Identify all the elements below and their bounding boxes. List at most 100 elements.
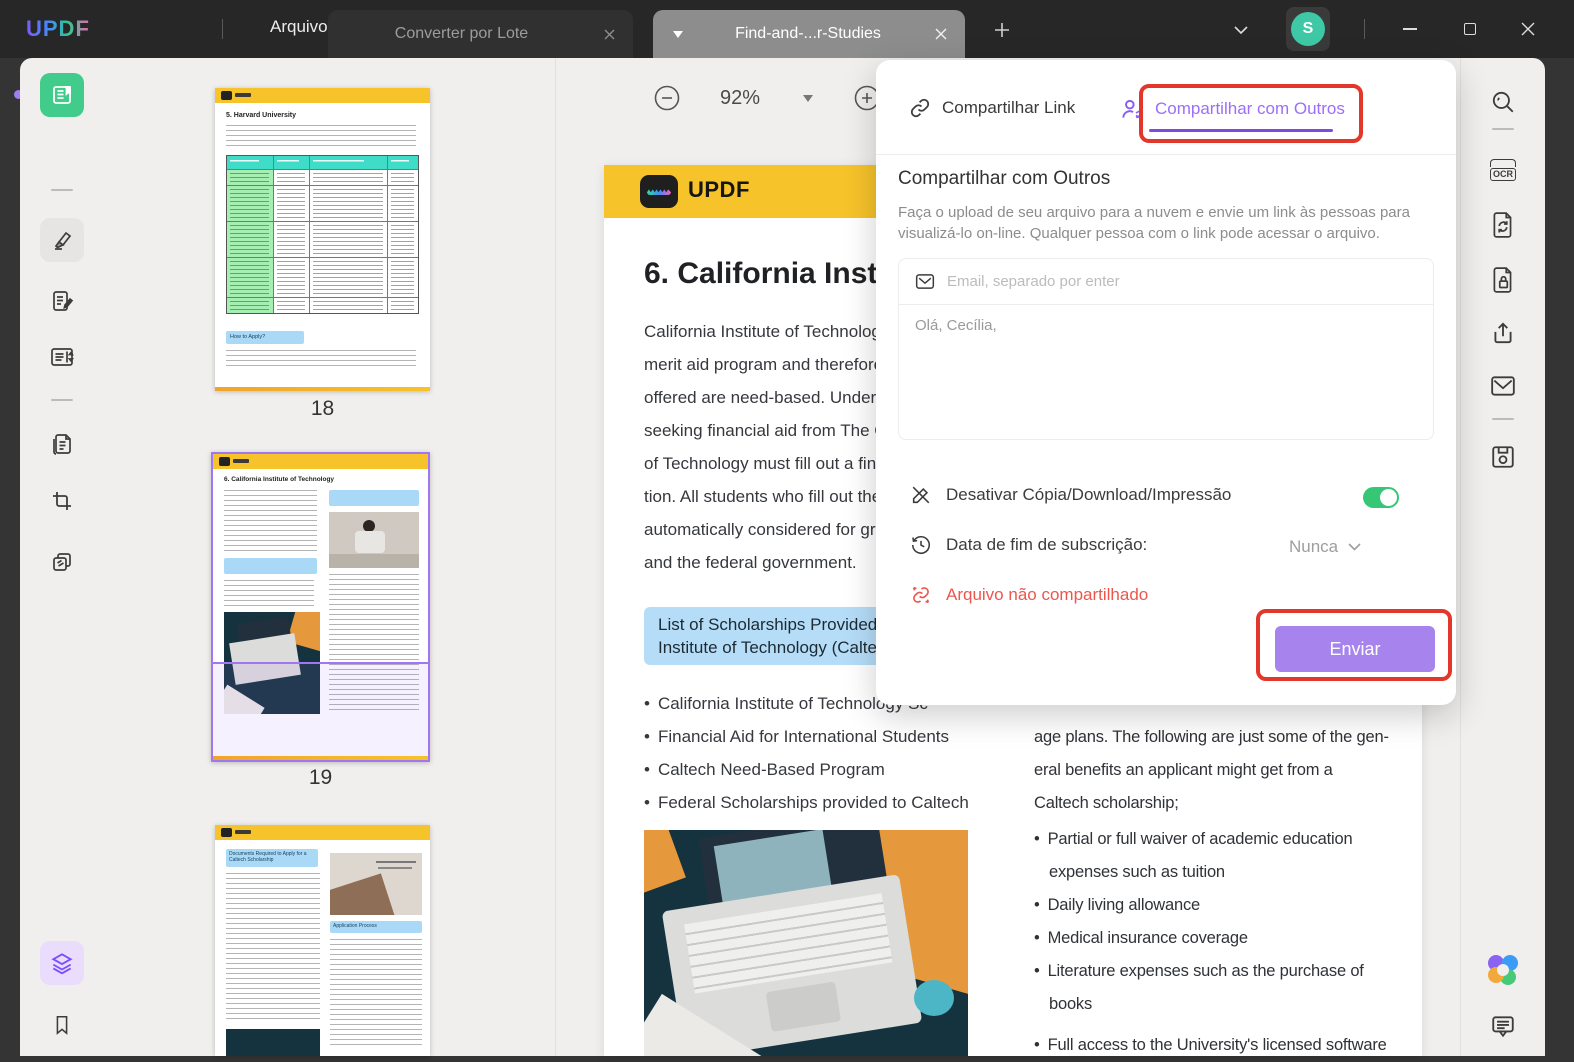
- file-lock-icon: [1493, 267, 1512, 293]
- option-disable-copy: Desativar Cópia/Download/Impressão: [910, 484, 1231, 506]
- updf-cloud-button[interactable]: [1483, 950, 1523, 990]
- thumb-callout: [224, 558, 317, 574]
- doc-bullet-list: California Institute of Technology Sc Fi…: [644, 687, 969, 819]
- updf-doc-wordmark: UPDF: [688, 177, 750, 202]
- divider: [876, 154, 1456, 155]
- wave-glyph: [647, 189, 671, 195]
- disable-edit-icon: [912, 486, 930, 504]
- tab-compartilhar-com-outros[interactable]: Compartilhar com Outros: [1119, 96, 1345, 122]
- comment-tool-button[interactable]: [40, 218, 84, 262]
- close-button[interactable]: [1508, 14, 1548, 44]
- thumbnail-page-19-selected[interactable]: 6. California Institute of Technology: [211, 452, 430, 762]
- layers-button[interactable]: [40, 941, 84, 985]
- text-placeholder: [226, 873, 320, 1023]
- person-share-icon: [1122, 99, 1142, 119]
- chevron-down-icon: [1348, 543, 1361, 551]
- minimize-button[interactable]: [1390, 14, 1430, 44]
- link-off-icon: [912, 586, 930, 604]
- ocr-icon: OCR: [1490, 159, 1516, 181]
- updf-logo: UPDF: [26, 16, 90, 41]
- zoom-caret-icon[interactable]: [798, 88, 818, 108]
- organize-pages-button[interactable]: [40, 422, 84, 466]
- book-icon: [53, 86, 71, 104]
- thumbnail-page-18[interactable]: 5. Harvard University How to Apply?: [215, 88, 430, 391]
- maximize-icon: [1464, 23, 1476, 35]
- divider: [1492, 128, 1514, 130]
- email-input[interactable]: [947, 273, 1417, 290]
- close-tab-icon[interactable]: [595, 20, 623, 48]
- divider: [1364, 19, 1365, 39]
- ocr-label: OCR: [1490, 168, 1516, 181]
- crop-tool-button[interactable]: [40, 479, 84, 523]
- search-button[interactable]: [1483, 82, 1523, 122]
- chevron-down-icon[interactable]: [1228, 18, 1254, 42]
- share-panel: Compartilhar Link Compartilhar com Outro…: [876, 60, 1456, 705]
- save-button[interactable]: [1483, 437, 1523, 477]
- reader-mode-button[interactable]: [40, 73, 84, 117]
- new-tab-button[interactable]: [988, 18, 1016, 42]
- history-clock-icon: [911, 536, 931, 554]
- caret-down-icon[interactable]: [667, 30, 689, 38]
- thumb-header: [215, 88, 430, 103]
- close-tab-icon[interactable]: [927, 20, 955, 48]
- option-expiry: Data de fim de subscrição:: [910, 534, 1147, 556]
- email-button[interactable]: [1483, 366, 1523, 406]
- thumb-table: [226, 155, 419, 314]
- thumb-title: 6. California Institute of Technology: [224, 476, 335, 483]
- bookmark-button[interactable]: [40, 1003, 84, 1047]
- doc-right-bullet-list: Partial or full waiver of academic educa…: [1034, 823, 1422, 1056]
- toggle-knob: [1380, 489, 1397, 506]
- maximize-button[interactable]: [1450, 14, 1490, 44]
- thumb-photo-hand: [330, 853, 422, 915]
- tab-converter-por-lote[interactable]: Converter por Lote: [328, 10, 633, 58]
- protect-button[interactable]: [1483, 260, 1523, 300]
- edit-pdf-button[interactable]: [40, 279, 84, 323]
- layers-icon: [51, 953, 73, 975]
- zoom-level[interactable]: 92%: [700, 87, 780, 110]
- account-button[interactable]: S: [1286, 7, 1330, 51]
- save-icon: [1492, 446, 1514, 468]
- panel-description: Faça o upload de seu arquivo para a nuve…: [898, 204, 1410, 242]
- extract-pages-button[interactable]: [40, 540, 84, 584]
- menu-arquivo[interactable]: Arquivo: [270, 17, 328, 37]
- thumb-header: [215, 825, 430, 840]
- option-label: Data de fim de subscrição:: [946, 535, 1148, 554]
- thumb-callout: [329, 490, 419, 506]
- form-tool-button[interactable]: [40, 335, 84, 379]
- text-placeholder: [226, 350, 416, 370]
- convert-button[interactable]: [1483, 205, 1523, 245]
- share-button[interactable]: [1483, 313, 1523, 353]
- email-row[interactable]: [899, 259, 1433, 305]
- comment-icon: [1492, 1016, 1514, 1038]
- crop-icon: [53, 492, 71, 510]
- envelope-icon: [915, 274, 935, 289]
- tab-find-and-studies[interactable]: Find-and-...r-Studies: [653, 10, 965, 58]
- share-status: Arquivo não compartilhado: [910, 584, 1148, 606]
- divider: [51, 399, 73, 401]
- link-icon: [910, 98, 930, 118]
- thumbnail-panel: 5. Harvard University How to Apply? 18 6…: [105, 58, 556, 1056]
- text-placeholder: [226, 125, 416, 147]
- thumbnail-page-20[interactable]: Documents Required to Apply for a Caltec…: [215, 825, 430, 1056]
- feedback-button[interactable]: [1483, 1006, 1523, 1046]
- tab-label: Converter por Lote: [394, 25, 529, 42]
- thumb-photo: [226, 1029, 320, 1056]
- enviar-button[interactable]: Enviar: [1275, 626, 1435, 672]
- status-label: Arquivo não compartilhado: [946, 585, 1149, 604]
- thumb-header: [213, 454, 428, 469]
- text-placeholder: [224, 580, 314, 606]
- avatar: S: [1291, 12, 1325, 46]
- zoom-out-button[interactable]: [652, 83, 682, 113]
- active-tab-underline: [1149, 129, 1333, 132]
- expiry-select[interactable]: Nunca: [1289, 537, 1361, 557]
- mini-logo: [221, 828, 232, 837]
- thumb-callout: Application Process: [330, 921, 422, 933]
- mini-logo-word: [235, 830, 251, 834]
- mini-logo-word: [233, 459, 249, 463]
- ocr-button[interactable]: OCR: [1483, 150, 1523, 190]
- thumb-title: 5. Harvard University: [226, 112, 297, 119]
- tab-compartilhar-link[interactable]: Compartilhar Link: [908, 96, 1075, 120]
- disable-copy-toggle-on[interactable]: [1363, 487, 1399, 508]
- thumb-callout: Documents Required to Apply for a Caltec…: [226, 849, 318, 867]
- message-textarea[interactable]: [899, 305, 1433, 438]
